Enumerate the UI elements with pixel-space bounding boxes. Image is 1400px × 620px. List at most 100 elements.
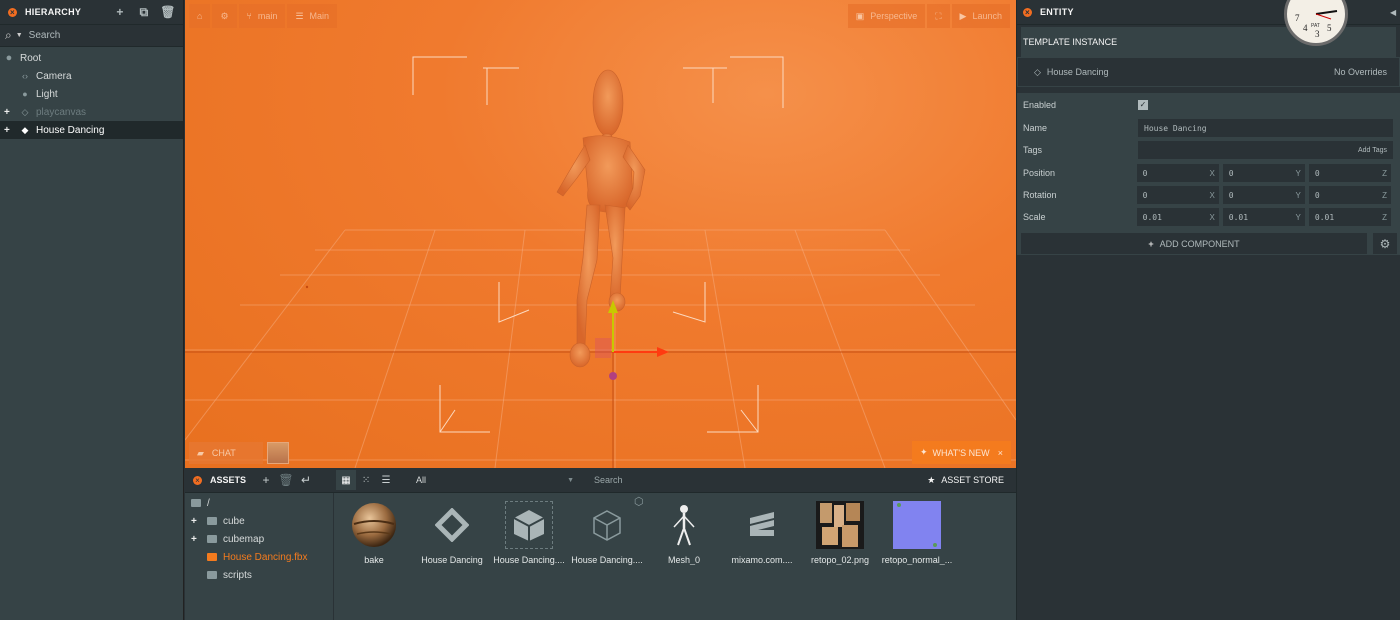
tree-item-camera[interactable]: ‹› Camera [0,67,183,85]
delete-icon[interactable]: 🗑 [276,470,296,490]
close-icon[interactable]: × [998,448,1003,458]
tree-item-playcanvas[interactable]: + ◇ playcanvas [0,103,183,121]
star-icon: ★ [927,474,936,485]
asset-item[interactable]: mixamo.com.... [724,501,800,571]
add-component-label: ADD COMPONENT [1159,238,1240,249]
asset-store-button[interactable]: ★ ASSET STORE [921,470,1010,490]
collapse-icon[interactable]: ◀ [1390,8,1396,17]
scale-x-field[interactable]: 0.01 X [1136,208,1219,226]
light-icon: ● [22,89,28,99]
name-field[interactable]: House Dancing [1138,119,1393,137]
fullscreen-button[interactable]: ⛶ [927,4,950,28]
close-panel-icon[interactable]: × [8,7,17,17]
enabled-label: Enabled [1023,100,1057,110]
add-entity-icon[interactable]: + [109,3,131,21]
list-view-icon[interactable]: ☰ [376,470,396,490]
close-panel-icon[interactable]: × [1023,7,1032,17]
asset-item[interactable]: House Dancing.... [491,501,567,571]
animation-icon [738,501,786,549]
scene-canvas[interactable] [185,0,1016,468]
viewport[interactable]: ⌂ ⚙ ⑂ main ☰ Main ▣ Perspective ⛶ ▶ Laun… [185,0,1016,468]
assets-panel: × ASSETS + 🗑 ↵ ▦ ⁙ ☰ All ▼ Search ★ ASSE… [185,468,1016,620]
add-component-button[interactable]: + ADD COMPONENT [1021,233,1367,254]
asset-item[interactable]: House Dancing [414,501,490,571]
expand-icon[interactable]: + [191,534,197,545]
tree-item-label: playcanvas [36,106,87,118]
asset-search-input[interactable]: Search [588,470,888,490]
axis-x-label: X [1209,168,1215,178]
enabled-checkbox[interactable]: ✓ [1138,100,1148,110]
template-instance-section: TEMPLATE INSTANCE ◇ House Dancing No Ove… [1017,27,1400,87]
camera-icon: ▣ [855,10,865,21]
settings-button[interactable]: ⚙ [212,4,237,28]
folder-label: cubemap [223,533,265,545]
enabled-row: Enabled ✓ [1023,95,1395,115]
launch-button[interactable]: ▶ Launch [951,4,1010,28]
template-row[interactable]: ◇ House Dancing No Overrides [1017,57,1400,87]
delete-icon[interactable]: 🗑 [157,3,179,21]
search-input[interactable]: Search [29,30,61,41]
folder-root[interactable]: / [185,494,333,512]
close-panel-icon[interactable]: × [193,475,202,485]
branch-icon: ⑂ [246,11,252,21]
home-button[interactable]: ⌂ [189,4,211,28]
asset-type-filter[interactable]: All ▼ [410,470,580,490]
expand-icon[interactable]: + [4,125,10,136]
scale-x-value: 0.01 [1142,212,1162,222]
position-z-field[interactable]: 0Z [1308,164,1391,182]
expand-icon[interactable]: + [4,107,10,118]
svg-text:5: 5 [1327,23,1332,33]
entity-icon: ◇ [21,106,29,117]
chat-button[interactable]: ▰ CHAT [189,442,263,464]
grid-small-icon[interactable]: ⁙ [356,470,376,490]
avatar[interactable] [267,442,289,464]
rotation-x-field[interactable]: 0X [1136,186,1219,204]
tree-item-light[interactable]: ● Light [0,85,183,103]
entity-title: ENTITY [1040,7,1074,17]
asset-label: bake [364,555,384,565]
asset-item[interactable]: House Dancing.... [569,501,645,571]
duplicate-icon[interactable]: ⧉ [133,3,155,21]
scale-z-field[interactable]: 0.01 Z [1308,208,1391,226]
gear-icon: ⚙ [1379,236,1391,251]
back-icon[interactable]: ↵ [296,470,316,490]
grid-large-icon[interactable]: ▦ [336,470,357,490]
asset-item[interactable]: Mesh_0 ⬡ [634,496,722,571]
chevron-down-icon[interactable]: ▼ [16,32,23,39]
hierarchy-search[interactable]: ⌕ ▼ Search [0,25,183,47]
rotation-y-value: 0 [1228,190,1234,200]
position-y-field[interactable]: 0Y [1222,164,1305,182]
axis-y-label: Y [1295,168,1301,178]
root-icon: ● [5,52,13,64]
rotation-z-field[interactable]: 0Z [1308,186,1391,204]
asset-item[interactable]: retopo_02.png [802,501,878,571]
folder-cube[interactable]: + cube [185,512,333,530]
whats-new-label: WHAT'S NEW [932,447,990,458]
chat-icon: ▰ [197,447,204,458]
folder-cubemap[interactable]: + cubemap [185,530,333,548]
branch-button[interactable]: ⑂ main [238,4,286,28]
scene-button[interactable]: ☰ Main [287,4,338,28]
folder-house-dancing[interactable]: House Dancing.fbx [185,548,333,566]
asset-item[interactable]: retopo_normal_... [879,501,955,571]
name-row: Name House Dancing [1023,118,1395,138]
whats-new-button[interactable]: ✦ WHAT'S NEW × [912,441,1011,464]
rotation-row: Rotation 0X 0Y 0Z [1023,185,1395,205]
add-asset-icon[interactable]: + [256,470,276,490]
tree-item-root[interactable]: ● Root [0,49,183,67]
rotation-z-value: 0 [1314,190,1320,200]
asset-item[interactable]: bake [336,501,412,571]
camera-select[interactable]: ▣ Perspective [847,4,926,28]
branch-label: main [257,11,278,21]
tags-label: Tags [1023,145,1043,155]
rotation-y-field[interactable]: 0Y [1222,186,1305,204]
position-x-field[interactable]: 0X [1136,164,1219,182]
expand-icon[interactable]: + [191,516,197,527]
folder-scripts[interactable]: scripts [185,566,333,584]
scale-y-field[interactable]: 0.01 Y [1222,208,1305,226]
axis-y-label: Y [1295,190,1301,200]
scale-row: Scale 0.01 X 0.01 Y 0.01 Z [1023,207,1395,227]
component-settings-button[interactable]: ⚙ [1373,233,1397,254]
tree-item-house-dancing[interactable]: + ◆ House Dancing [0,121,183,139]
tags-field[interactable]: Add Tags [1138,141,1393,159]
